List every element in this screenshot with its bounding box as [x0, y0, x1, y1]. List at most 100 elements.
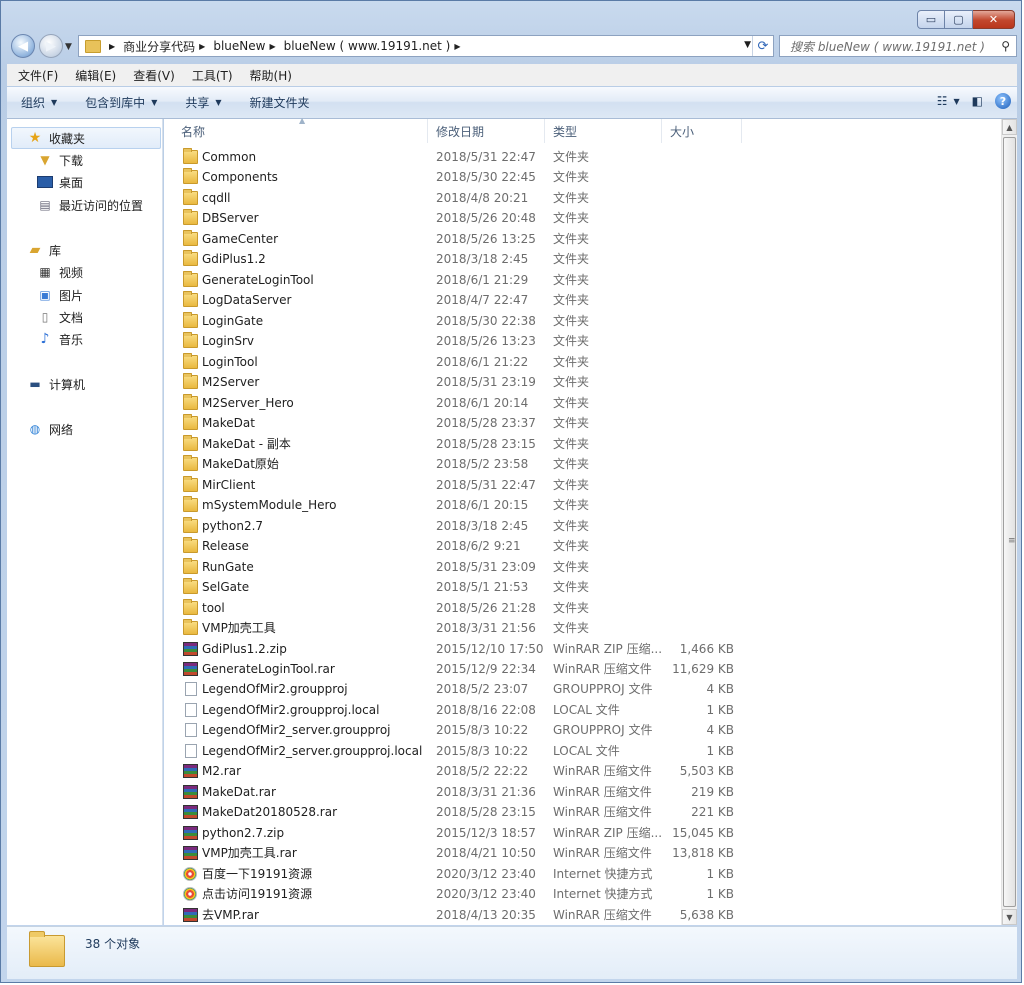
nav-music[interactable]: ♪ 音乐 — [37, 329, 83, 349]
address-bar[interactable]: ▶ 商业分享代码 ▶ blueNew ▶ blueNew ( www.19191… — [78, 35, 774, 57]
file-name: GdiPlus1.2 — [202, 252, 266, 267]
table-row[interactable]: RunGate 2018/5/31 23:09 文件夹 — [164, 557, 764, 577]
file-size — [664, 516, 734, 536]
column-header-name[interactable]: 名称 ▲ — [164, 116, 428, 143]
vertical-scrollbar[interactable]: ▲ ≡ ▼ — [1001, 119, 1017, 925]
table-row[interactable]: MakeDat20180528.rar 2018/5/28 23:15 WinRAR… — [164, 802, 764, 822]
menu-edit[interactable]: 编辑(E) — [64, 67, 122, 84]
nav-label: 桌面 — [59, 175, 84, 190]
scroll-down-icon[interactable]: ▼ — [1002, 909, 1017, 925]
history-dropdown-icon[interactable]: ▼ — [65, 42, 72, 52]
table-row[interactable]: DBServer 2018/5/26 20:48 文件夹 — [164, 208, 764, 228]
folder-icon — [183, 537, 198, 554]
nav-downloads[interactable]: ▼ 下载 — [37, 150, 83, 170]
table-row[interactable]: MakeDat原始 2018/5/2 23:58 文件夹 — [164, 454, 764, 474]
nav-libraries[interactable]: ▰ 库 — [27, 240, 61, 260]
nav-recent-places[interactable]: ▤ 最近访问的位置 — [37, 195, 143, 215]
table-row[interactable]: Common 2018/5/31 22:47 文件夹 — [164, 147, 764, 167]
menu-file[interactable]: 文件(F) — [7, 67, 64, 84]
table-row[interactable]: MakeDat 2018/5/28 23:37 文件夹 — [164, 413, 764, 433]
table-row[interactable]: GdiPlus1.2.zip 2015/12/10 17:50 WinRAR ZIP… — [164, 639, 764, 659]
share-button[interactable]: 共享 ▼ — [185, 94, 221, 111]
table-row[interactable]: Release 2018/6/2 9:21 文件夹 — [164, 536, 764, 556]
close-button[interactable]: ✕ — [973, 10, 1015, 29]
breadcrumb-item[interactable]: 商业分享代码 — [123, 38, 195, 55]
table-row[interactable]: 去VMP.rar 2018/4/13 20:35 WinRAR 压缩文件 5,638 … — [164, 905, 764, 925]
file-name: GdiPlus1.2.zip — [202, 641, 287, 656]
table-row[interactable]: LogDataServer 2018/4/7 22:47 文件夹 — [164, 290, 764, 310]
column-header-type[interactable]: 类型 — [545, 119, 662, 143]
include-library-button[interactable]: 包含到库中 ▼ — [85, 94, 157, 111]
back-button[interactable]: ◀ — [11, 34, 35, 58]
scroll-thumb[interactable]: ≡ — [1003, 137, 1016, 907]
folder-icon — [183, 352, 198, 369]
table-row[interactable]: MakeDat - 副本 2018/5/28 23:15 文件夹 — [164, 434, 764, 454]
scroll-up-icon[interactable]: ▲ — [1002, 119, 1017, 135]
chevron-right-icon[interactable]: ▶ — [454, 42, 460, 51]
table-row[interactable]: GenerateLoginTool 2018/6/1 21:29 文件夹 — [164, 270, 764, 290]
table-row[interactable]: python2.7.zip 2015/12/3 18:57 WinRAR ZIP 压… — [164, 823, 764, 843]
folder-icon — [183, 332, 198, 349]
table-row[interactable]: LegendOfMir2.groupproj 2018/5/2 23:07 GROU… — [164, 679, 764, 699]
nav-desktop[interactable]: 桌面 — [37, 172, 83, 192]
breadcrumb-item[interactable]: blueNew — [213, 39, 265, 53]
nav-videos[interactable]: ▦ 视频 — [37, 262, 83, 282]
nav-favorites[interactable]: ★ 收藏夹 — [27, 128, 85, 148]
column-header-size[interactable]: 大小 — [662, 119, 742, 143]
new-folder-button[interactable]: 新建文件夹 — [250, 94, 310, 111]
table-row[interactable]: VMP加壳工具 2018/3/31 21:56 文件夹 — [164, 618, 764, 638]
table-row[interactable]: MakeDat.rar 2018/3/31 21:36 WinRAR 压缩文件 219… — [164, 782, 764, 802]
table-row[interactable]: M2Server_Hero 2018/6/1 20:14 文件夹 — [164, 393, 764, 413]
nav-pictures[interactable]: ▣ 图片 — [37, 285, 83, 305]
table-row[interactable]: tool 2018/5/26 21:28 文件夹 — [164, 598, 764, 618]
table-row[interactable]: cqdll 2018/4/8 20:21 文件夹 — [164, 188, 764, 208]
menu-help[interactable]: 帮助(H) — [239, 67, 298, 84]
table-row[interactable]: M2Server 2018/5/31 23:19 文件夹 — [164, 372, 764, 392]
table-row[interactable]: LoginTool 2018/6/1 21:22 文件夹 — [164, 352, 764, 372]
minimize-button[interactable]: ▭ — [917, 10, 945, 29]
table-row[interactable]: LegendOfMir2.groupproj.local 2018/8/16 22… — [164, 700, 764, 720]
table-row[interactable]: Components 2018/5/30 22:45 文件夹 — [164, 167, 764, 187]
nav-network[interactable]: ◍ 网络 — [27, 419, 73, 439]
search-icon[interactable]: ⚲ — [1001, 39, 1010, 53]
maximize-button[interactable]: ▢ — [945, 10, 973, 29]
table-row[interactable]: python2.7 2018/3/18 2:45 文件夹 — [164, 516, 764, 536]
table-row[interactable]: 点击访问19191资源 2020/3/12 23:40 Internet 快捷方式 1… — [164, 884, 764, 904]
chevron-right-icon[interactable]: ▶ — [109, 42, 115, 51]
table-row[interactable]: LegendOfMir2_server.groupproj 2015/8/3 10… — [164, 720, 764, 740]
file-size: 1 KB — [706, 866, 734, 881]
table-row[interactable]: 百度一下19191资源 2020/3/12 23:40 Internet 快捷方式 1… — [164, 864, 764, 884]
video-icon: ▦ — [39, 265, 51, 279]
nav-computer[interactable]: ▬ 计算机 — [27, 374, 85, 394]
menu-tools[interactable]: 工具(T) — [181, 67, 239, 84]
file-size — [664, 188, 734, 208]
breadcrumb-item[interactable]: blueNew ( www.19191.net ) — [284, 39, 451, 53]
table-row[interactable]: VMP加壳工具.rar 2018/4/21 10:50 WinRAR 压缩文件 13,… — [164, 843, 764, 863]
table-row[interactable]: GdiPlus1.2 2018/3/18 2:45 文件夹 — [164, 249, 764, 269]
preview-pane-icon[interactable]: ◧ — [972, 94, 983, 108]
organize-button[interactable]: 组织 ▼ — [21, 94, 57, 111]
help-button[interactable]: ? — [995, 93, 1011, 109]
table-row[interactable]: LegendOfMir2_server.groupproj.local 2015/… — [164, 741, 764, 761]
search-input[interactable]: 搜索 blueNew ( www.19191.net ) ⚲ — [779, 35, 1017, 57]
view-options-icon[interactable]: ☷ ▼ — [937, 94, 960, 108]
table-row[interactable]: MirClient 2018/5/31 22:47 文件夹 — [164, 475, 764, 495]
column-header-date[interactable]: 修改日期 — [428, 119, 545, 143]
table-row[interactable]: LoginGate 2018/5/30 22:38 文件夹 — [164, 311, 764, 331]
refresh-icon[interactable]: ⟳ — [752, 36, 773, 56]
menu-view[interactable]: 查看(V) — [122, 67, 181, 84]
file-type: WinRAR 压缩文件 — [553, 846, 652, 861]
file-type: 文件夹 — [553, 477, 590, 492]
table-row[interactable]: mSystemModule_Hero 2018/6/1 20:15 文件夹 — [164, 495, 764, 515]
table-row[interactable]: LoginSrv 2018/5/26 13:23 文件夹 — [164, 331, 764, 351]
new-folder-label: 新建文件夹 — [249, 96, 310, 110]
nav-documents[interactable]: ▯ 文档 — [37, 307, 83, 327]
address-dropdown-icon[interactable]: ▼ — [744, 40, 751, 50]
forward-button[interactable]: ▶ — [39, 34, 63, 58]
table-row[interactable]: SelGate 2018/5/1 21:53 文件夹 — [164, 577, 764, 597]
chevron-right-icon[interactable]: ▶ — [199, 42, 205, 51]
table-row[interactable]: M2.rar 2018/5/2 22:22 WinRAR 压缩文件 5,503 KB — [164, 761, 764, 781]
chevron-right-icon[interactable]: ▶ — [269, 42, 275, 51]
table-row[interactable]: GenerateLoginTool.rar 2015/12/9 22:34 WinR… — [164, 659, 764, 679]
table-row[interactable]: GameCenter 2018/5/26 13:25 文件夹 — [164, 229, 764, 249]
